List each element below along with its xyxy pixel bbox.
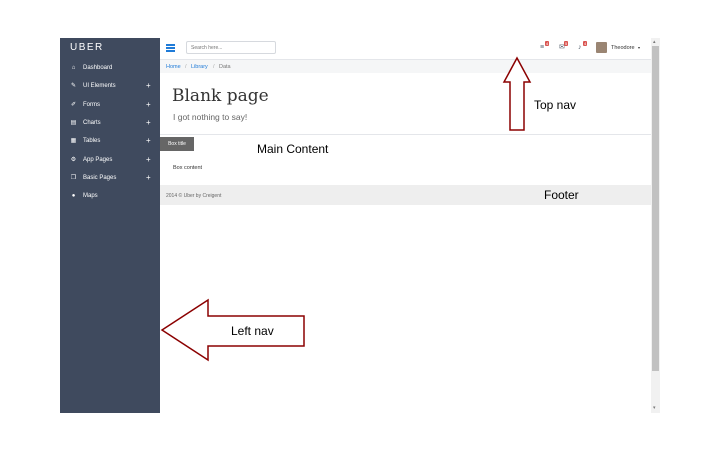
annotation-footer: Footer (544, 188, 579, 202)
annotation-layer (160, 56, 532, 362)
annotation-top-nav: Top nav (534, 98, 577, 112)
annotation-main-content: Main Content (257, 142, 329, 156)
annotation-left-nav: Left nav (231, 324, 274, 338)
top-nav-arrow (502, 56, 532, 131)
